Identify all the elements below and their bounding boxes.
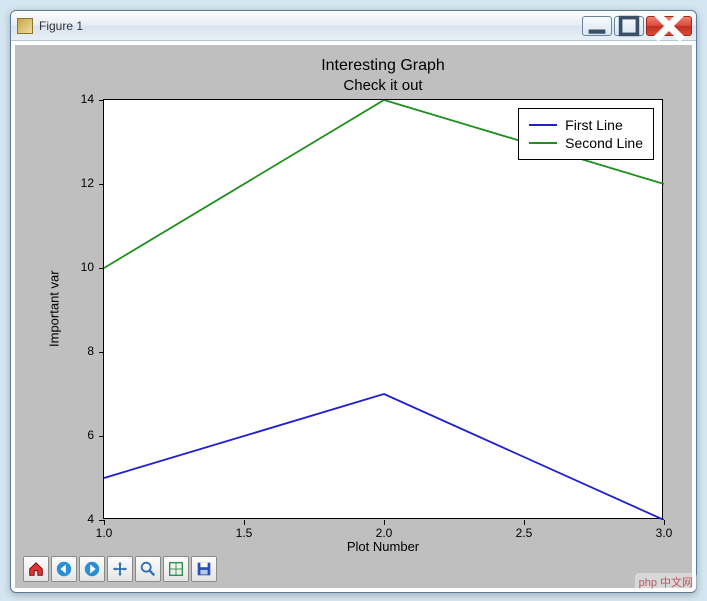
close-icon <box>647 10 691 48</box>
plot-lines <box>104 100 664 520</box>
legend-label-1: Second Line <box>565 135 643 151</box>
ytick-label: 6 <box>66 428 94 442</box>
legend-entry-1: Second Line <box>529 135 643 151</box>
ytick-mark <box>99 352 104 353</box>
xtick-mark <box>384 520 385 525</box>
legend[interactable]: First Line Second Line <box>518 108 654 160</box>
zoom-button[interactable] <box>135 556 161 582</box>
y-axis-label: Important var <box>45 99 63 519</box>
ytick-mark <box>99 520 104 521</box>
xtick-label: 2.0 <box>369 526 399 540</box>
ytick-label: 12 <box>66 176 94 190</box>
watermark: php 中文网 <box>635 573 697 591</box>
plot-area: Interesting Graph Check it out Important… <box>23 53 684 544</box>
home-button[interactable] <box>23 556 49 582</box>
x-axis-label: Plot Number <box>103 539 663 554</box>
ytick-mark <box>99 268 104 269</box>
maximize-button[interactable] <box>614 16 644 36</box>
chart-subtitle: Check it out <box>103 77 663 94</box>
xtick-label: 1.5 <box>229 526 259 540</box>
chart-title: Interesting Graph <box>103 57 663 75</box>
window-controls <box>582 16 692 36</box>
back-icon <box>55 560 73 578</box>
window-title: Figure 1 <box>39 19 582 33</box>
ytick-label: 10 <box>66 260 94 274</box>
xtick-mark <box>244 520 245 525</box>
ytick-label: 8 <box>66 344 94 358</box>
figure-canvas: Interesting Graph Check it out Important… <box>15 45 692 588</box>
xtick-label: 1.0 <box>89 526 119 540</box>
save-button[interactable] <box>191 556 217 582</box>
ytick-label: 14 <box>66 92 94 106</box>
xtick-mark <box>524 520 525 525</box>
subplots-icon <box>167 560 185 578</box>
forward-icon <box>83 560 101 578</box>
figure-window: Figure 1 Interesting Graph Check it out … <box>10 10 697 593</box>
xtick-label: 3.0 <box>649 526 679 540</box>
pan-icon <box>111 560 129 578</box>
maximize-icon <box>615 12 643 40</box>
subplots-button[interactable] <box>163 556 189 582</box>
save-icon <box>195 560 213 578</box>
ytick-mark <box>99 184 104 185</box>
zoom-icon <box>139 560 157 578</box>
minimize-button[interactable] <box>582 16 612 36</box>
close-button[interactable] <box>646 16 692 36</box>
ytick-mark <box>99 100 104 101</box>
legend-entry-0: First Line <box>529 117 643 133</box>
xtick-label: 2.5 <box>509 526 539 540</box>
titlebar[interactable]: Figure 1 <box>11 11 696 41</box>
legend-swatch-1 <box>529 142 557 144</box>
ytick-mark <box>99 436 104 437</box>
forward-button[interactable] <box>79 556 105 582</box>
minimize-icon <box>583 12 611 40</box>
app-icon <box>17 18 33 34</box>
nav-toolbar <box>23 556 217 582</box>
ytick-label: 4 <box>66 512 94 526</box>
xtick-mark <box>664 520 665 525</box>
axes[interactable]: First Line Second Line 1.01.52.02.53.046… <box>103 99 663 519</box>
home-icon <box>27 560 45 578</box>
xtick-mark <box>104 520 105 525</box>
legend-swatch-0 <box>529 124 557 126</box>
series-line-0 <box>104 394 664 520</box>
pan-button[interactable] <box>107 556 133 582</box>
back-button[interactable] <box>51 556 77 582</box>
legend-label-0: First Line <box>565 117 623 133</box>
